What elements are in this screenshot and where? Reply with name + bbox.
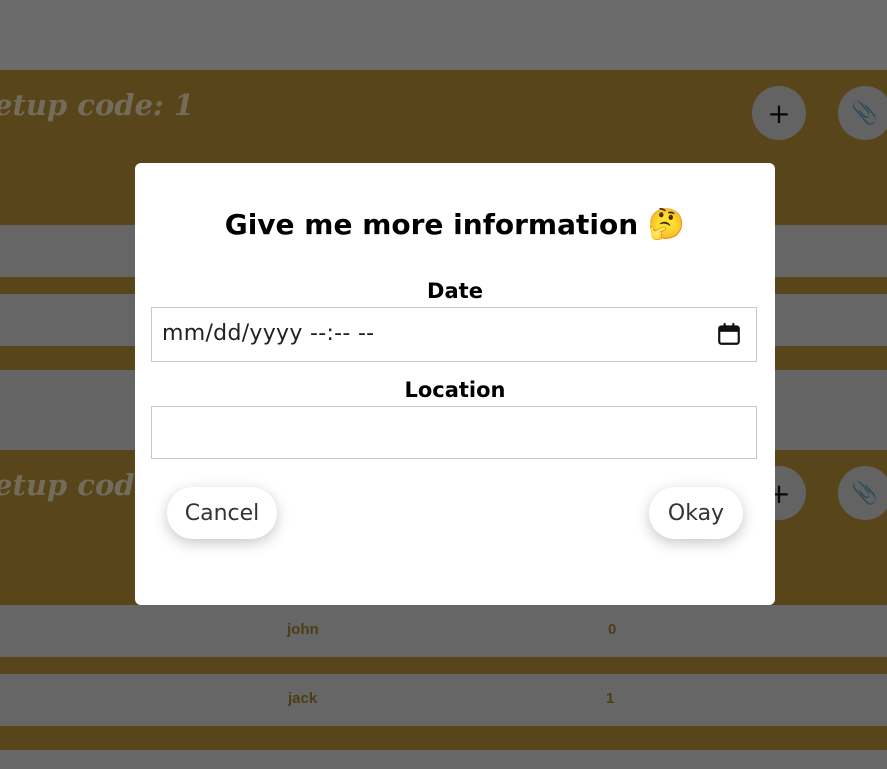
calendar-icon[interactable] bbox=[716, 321, 742, 347]
date-label: Date bbox=[427, 279, 483, 303]
location-label: Location bbox=[404, 378, 506, 402]
date-input[interactable]: mm/dd/yyyy --:-- -- bbox=[151, 307, 757, 362]
cancel-button[interactable]: Cancel bbox=[167, 487, 277, 539]
dialog-title: Give me more information 🤔 bbox=[135, 207, 775, 242]
info-dialog: Give me more information 🤔 Date mm/dd/yy… bbox=[135, 163, 775, 605]
thinking-face-icon: 🤔 bbox=[647, 207, 686, 242]
location-input[interactable] bbox=[151, 406, 757, 459]
date-placeholder: mm/dd/yyyy --:-- -- bbox=[162, 321, 375, 346]
dialog-title-text: Give me more information bbox=[224, 208, 639, 241]
okay-button[interactable]: Okay bbox=[649, 487, 743, 539]
